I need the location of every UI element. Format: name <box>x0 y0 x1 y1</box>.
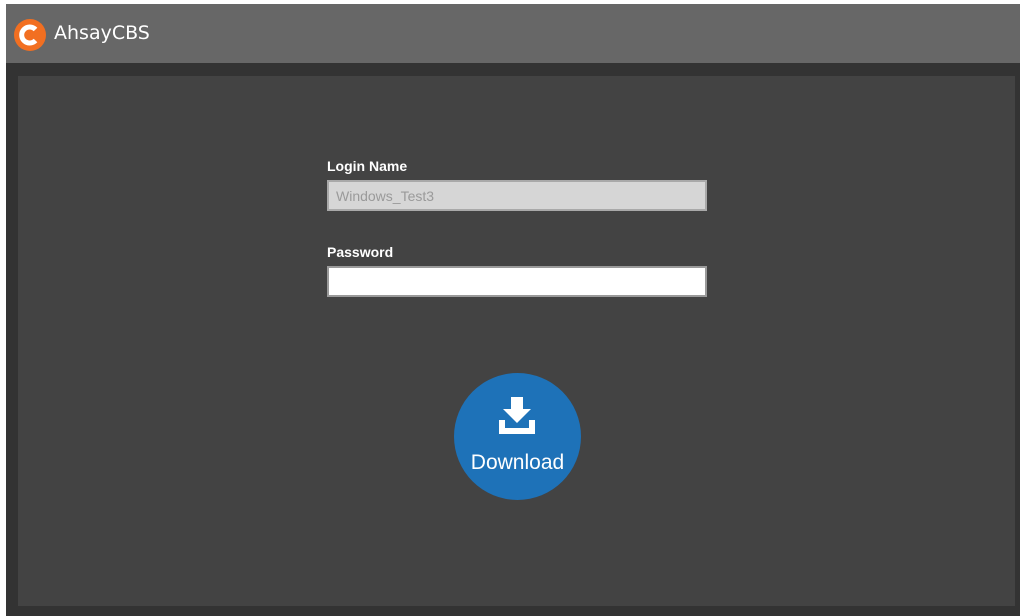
header-bar: AhsayCBS <box>6 4 1020 63</box>
ahsay-c-logo-icon <box>14 19 46 51</box>
login-panel: Login Name Password Download <box>18 76 1015 606</box>
app-window: AhsayCBS Login Name Password Download <box>6 4 1020 616</box>
download-icon <box>499 397 535 434</box>
password-label: Password <box>327 244 394 260</box>
login-name-field[interactable] <box>327 180 707 211</box>
login-name-label: Login Name <box>327 158 408 174</box>
download-label: Download <box>470 451 565 474</box>
download-button[interactable]: Download <box>454 373 581 500</box>
app-title: AhsayCBS <box>54 22 150 44</box>
password-field[interactable] <box>327 266 707 297</box>
